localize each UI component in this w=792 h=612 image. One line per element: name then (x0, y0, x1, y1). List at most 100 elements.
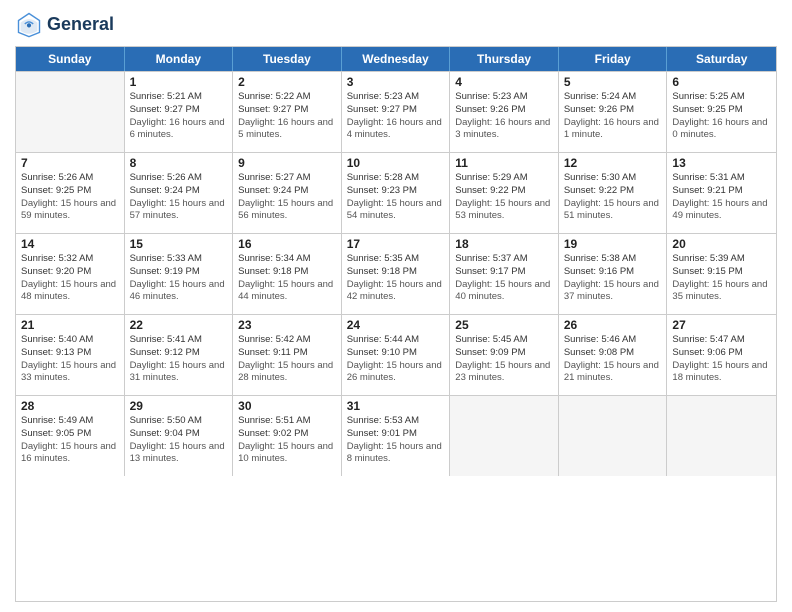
day-number: 1 (130, 75, 228, 89)
calendar-cell-2: 2 Sunrise: 5:22 AMSunset: 9:27 PMDaylight… (233, 72, 342, 152)
weekday-header-friday: Friday (559, 47, 668, 71)
calendar-row-3: 14 Sunrise: 5:32 AMSunset: 9:20 PMDayligh… (16, 233, 776, 314)
calendar-cell-16: 16 Sunrise: 5:34 AMSunset: 9:18 PMDayligh… (233, 234, 342, 314)
calendar-cell-30: 30Sunrise: 5:51 AMSunset: 9:02 PMDayligh… (233, 396, 342, 476)
day-number: 18 (455, 237, 553, 251)
calendar-cell-31: 31 Sunrise: 5:53 AMSunset: 9:01 PMDayligh… (342, 396, 451, 476)
day-number: 27 (672, 318, 771, 332)
cell-details: Sunrise: 5:24 AMSunset: 9:26 PMDaylight:… (564, 91, 662, 142)
day-number: 5 (564, 75, 662, 89)
calendar-cell-7: 7 Sunrise: 5:26 AMSunset: 9:25 PMDaylight… (16, 153, 125, 233)
cell-details: Sunrise: 5:45 AMSunset: 9:09 PMDaylight:… (455, 334, 553, 385)
cell-details: Sunrise: 5:51 AMSunset: 9:02 PMDaylight:… (238, 415, 336, 466)
cell-details: Sunrise: 5:49 AMSunset: 9:05 PMDaylight:… (21, 415, 119, 466)
calendar-cell-23: 23 Sunrise: 5:42 AMSunset: 9:11 PMDayligh… (233, 315, 342, 395)
cell-details: Sunrise: 5:26 AMSunset: 9:24 PMDaylight:… (130, 172, 228, 223)
day-number: 7 (21, 156, 119, 170)
cell-details: Sunrise: 5:42 AMSunset: 9:11 PMDaylight:… (238, 334, 336, 385)
calendar-cell-12: 12 Sunrise: 5:30 AMSunset: 9:22 PMDayligh… (559, 153, 668, 233)
cell-details: Sunrise: 5:22 AMSunset: 9:27 PMDaylight:… (238, 91, 336, 142)
cell-details: Sunrise: 5:34 AMSunset: 9:18 PMDaylight:… (238, 253, 336, 304)
cell-details: Sunrise: 5:53 AMSunset: 9:01 PMDaylight:… (347, 415, 445, 466)
cell-details: Sunrise: 5:29 AMSunset: 9:22 PMDaylight:… (455, 172, 553, 223)
calendar-cell-26: 26 Sunrise: 5:46 AMSunset: 9:08 PMDayligh… (559, 315, 668, 395)
weekday-header-tuesday: Tuesday (233, 47, 342, 71)
day-number: 20 (672, 237, 771, 251)
day-number: 4 (455, 75, 553, 89)
day-number: 22 (130, 318, 228, 332)
calendar-row-4: 21 Sunrise: 5:40 AMSunset: 9:13 PMDayligh… (16, 314, 776, 395)
cell-details: Sunrise: 5:31 AMSunset: 9:21 PMDaylight:… (672, 172, 771, 223)
cell-details: Sunrise: 5:27 AMSunset: 9:24 PMDaylight:… (238, 172, 336, 223)
calendar-cell-27: 27 Sunrise: 5:47 AMSunset: 9:06 PMDayligh… (667, 315, 776, 395)
cell-details: Sunrise: 5:28 AMSunset: 9:23 PMDaylight:… (347, 172, 445, 223)
calendar-cell-17: 17Sunrise: 5:35 AMSunset: 9:18 PMDayligh… (342, 234, 451, 314)
cell-details: Sunrise: 5:33 AMSunset: 9:19 PMDaylight:… (130, 253, 228, 304)
calendar-cell-13: 13Sunrise: 5:31 AMSunset: 9:21 PMDayligh… (667, 153, 776, 233)
calendar-row-1: 1 Sunrise: 5:21 AMSunset: 9:27 PMDaylight… (16, 71, 776, 152)
calendar-cell-empty-0-0 (16, 72, 125, 152)
calendar-cell-1: 1 Sunrise: 5:21 AMSunset: 9:27 PMDaylight… (125, 72, 234, 152)
cell-details: Sunrise: 5:41 AMSunset: 9:12 PMDaylight:… (130, 334, 228, 385)
day-number: 10 (347, 156, 445, 170)
day-number: 25 (455, 318, 553, 332)
day-number: 3 (347, 75, 445, 89)
cell-details: Sunrise: 5:25 AMSunset: 9:25 PMDaylight:… (672, 91, 771, 142)
day-number: 15 (130, 237, 228, 251)
day-number: 6 (672, 75, 771, 89)
day-number: 31 (347, 399, 445, 413)
day-number: 21 (21, 318, 119, 332)
calendar-cell-empty-4-5 (559, 396, 668, 476)
logo: General (15, 10, 114, 38)
calendar-cell-6: 6 Sunrise: 5:25 AMSunset: 9:25 PMDaylight… (667, 72, 776, 152)
calendar-cell-22: 22 Sunrise: 5:41 AMSunset: 9:12 PMDayligh… (125, 315, 234, 395)
cell-details: Sunrise: 5:44 AMSunset: 9:10 PMDaylight:… (347, 334, 445, 385)
day-number: 24 (347, 318, 445, 332)
cell-details: Sunrise: 5:21 AMSunset: 9:27 PMDaylight:… (130, 91, 228, 142)
cell-details: Sunrise: 5:40 AMSunset: 9:13 PMDaylight:… (21, 334, 119, 385)
day-number: 16 (238, 237, 336, 251)
calendar-cell-8: 8Sunrise: 5:26 AMSunset: 9:24 PMDaylight… (125, 153, 234, 233)
calendar-cell-15: 15 Sunrise: 5:33 AMSunset: 9:19 PMDayligh… (125, 234, 234, 314)
calendar-row-5: 28Sunrise: 5:49 AMSunset: 9:05 PMDayligh… (16, 395, 776, 476)
cell-details: Sunrise: 5:35 AMSunset: 9:18 PMDaylight:… (347, 253, 445, 304)
calendar: SundayMondayTuesdayWednesdayThursdayFrid… (15, 46, 777, 602)
day-number: 26 (564, 318, 662, 332)
cell-details: Sunrise: 5:30 AMSunset: 9:22 PMDaylight:… (564, 172, 662, 223)
cell-details: Sunrise: 5:23 AMSunset: 9:27 PMDaylight:… (347, 91, 445, 142)
cell-details: Sunrise: 5:37 AMSunset: 9:17 PMDaylight:… (455, 253, 553, 304)
calendar-cell-19: 19 Sunrise: 5:38 AMSunset: 9:16 PMDayligh… (559, 234, 668, 314)
cell-details: Sunrise: 5:32 AMSunset: 9:20 PMDaylight:… (21, 253, 119, 304)
cell-details: Sunrise: 5:50 AMSunset: 9:04 PMDaylight:… (130, 415, 228, 466)
calendar-cell-24: 24 Sunrise: 5:44 AMSunset: 9:10 PMDayligh… (342, 315, 451, 395)
calendar-cell-25: 25 Sunrise: 5:45 AMSunset: 9:09 PMDayligh… (450, 315, 559, 395)
cell-details: Sunrise: 5:38 AMSunset: 9:16 PMDaylight:… (564, 253, 662, 304)
page: General SundayMondayTuesdayWednesdayThur… (0, 0, 792, 612)
header: General (15, 10, 777, 38)
cell-details: Sunrise: 5:39 AMSunset: 9:15 PMDaylight:… (672, 253, 771, 304)
calendar-cell-28: 28Sunrise: 5:49 AMSunset: 9:05 PMDayligh… (16, 396, 125, 476)
cell-details: Sunrise: 5:23 AMSunset: 9:26 PMDaylight:… (455, 91, 553, 142)
calendar-header: SundayMondayTuesdayWednesdayThursdayFrid… (16, 47, 776, 71)
logo-text: General (47, 15, 114, 33)
day-number: 14 (21, 237, 119, 251)
cell-details: Sunrise: 5:47 AMSunset: 9:06 PMDaylight:… (672, 334, 771, 385)
day-number: 23 (238, 318, 336, 332)
day-number: 29 (130, 399, 228, 413)
cell-details: Sunrise: 5:46 AMSunset: 9:08 PMDaylight:… (564, 334, 662, 385)
weekday-header-saturday: Saturday (667, 47, 776, 71)
calendar-cell-20: 20 Sunrise: 5:39 AMSunset: 9:15 PMDayligh… (667, 234, 776, 314)
calendar-cell-3: 3 Sunrise: 5:23 AMSunset: 9:27 PMDaylight… (342, 72, 451, 152)
calendar-cell-5: 5 Sunrise: 5:24 AMSunset: 9:26 PMDaylight… (559, 72, 668, 152)
weekday-header-monday: Monday (125, 47, 234, 71)
day-number: 19 (564, 237, 662, 251)
calendar-cell-4: 4 Sunrise: 5:23 AMSunset: 9:26 PMDaylight… (450, 72, 559, 152)
calendar-cell-18: 18 Sunrise: 5:37 AMSunset: 9:17 PMDayligh… (450, 234, 559, 314)
day-number: 9 (238, 156, 336, 170)
weekday-header-wednesday: Wednesday (342, 47, 451, 71)
calendar-cell-14: 14 Sunrise: 5:32 AMSunset: 9:20 PMDayligh… (16, 234, 125, 314)
day-number: 12 (564, 156, 662, 170)
calendar-cell-empty-4-6 (667, 396, 776, 476)
day-number: 2 (238, 75, 336, 89)
cell-details: Sunrise: 5:26 AMSunset: 9:25 PMDaylight:… (21, 172, 119, 223)
